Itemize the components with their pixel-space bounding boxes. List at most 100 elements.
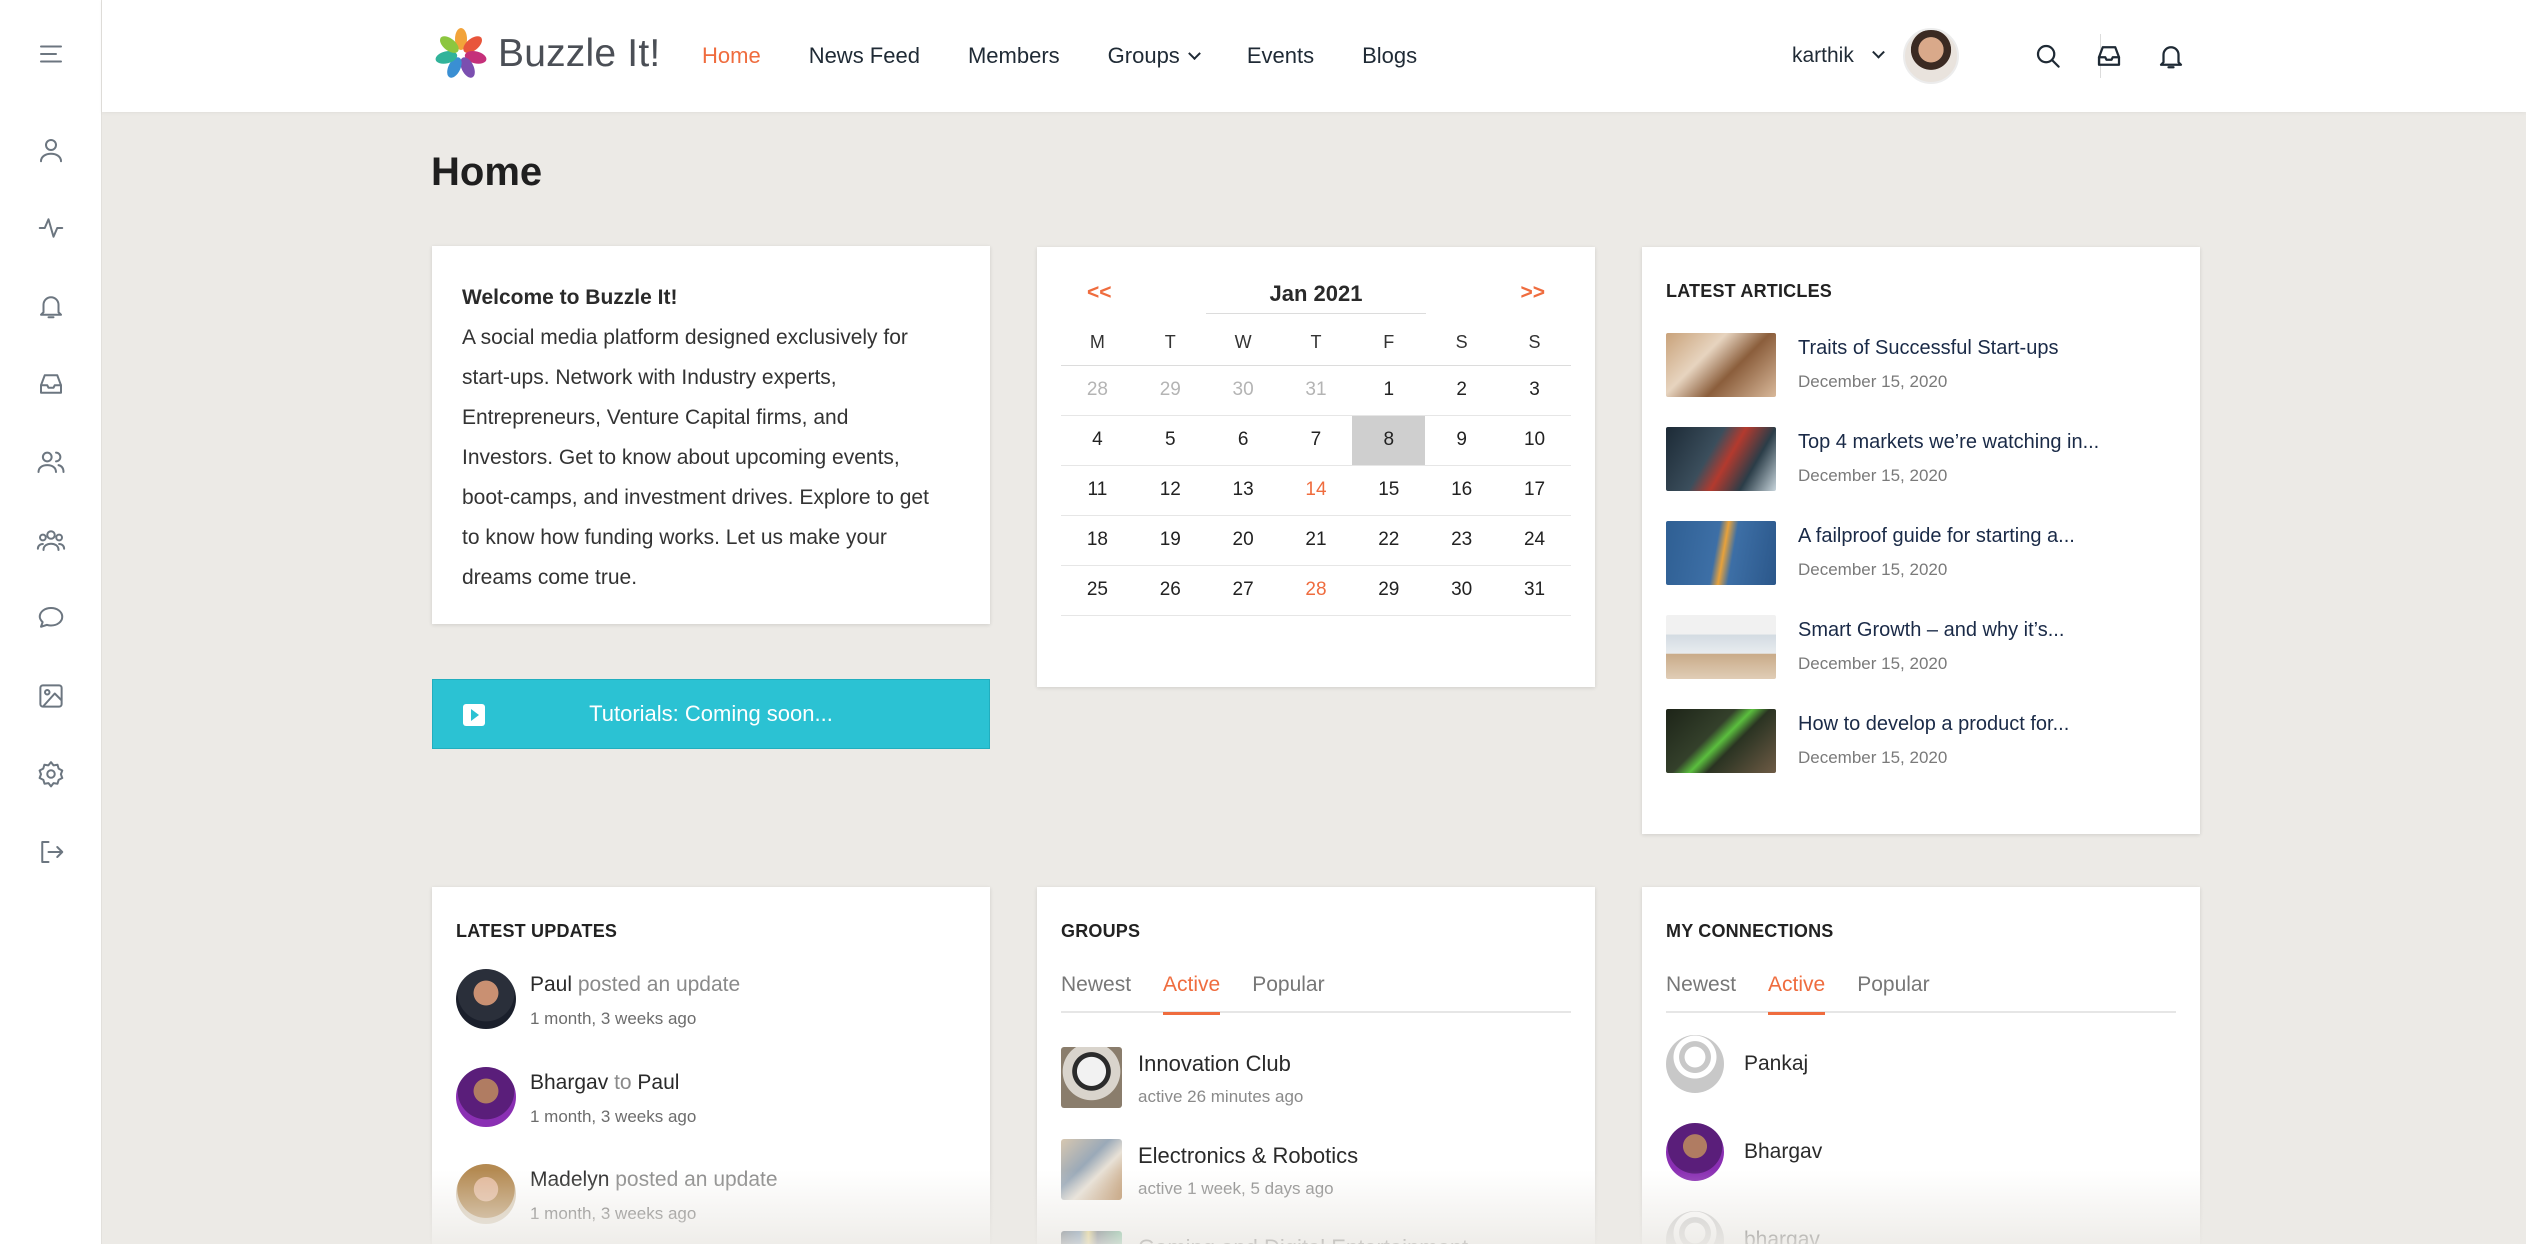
calendar-day[interactable]: 17 <box>1498 465 1571 516</box>
avatar[interactable] <box>1902 28 1959 84</box>
tab-popular[interactable]: Popular <box>1252 967 1324 1013</box>
avatar[interactable] <box>1666 1035 1724 1093</box>
update-time[interactable]: 1 month, 3 weeks ago <box>530 1107 696 1127</box>
calendar-day[interactable]: 6 <box>1206 415 1280 466</box>
tab-active[interactable]: Active <box>1163 967 1221 1015</box>
connection-name[interactable]: Pankaj <box>1744 1052 1808 1076</box>
nav-news-feed[interactable]: News Feed <box>809 43 920 69</box>
tab-popular[interactable]: Popular <box>1857 967 1929 1013</box>
group-item[interactable]: Innovation Club active 26 minutes ago <box>1061 1047 1303 1108</box>
calendar-day[interactable]: 30 <box>1425 565 1499 616</box>
calendar-day[interactable]: 18 <box>1061 515 1134 566</box>
nav-blogs[interactable]: Blogs <box>1362 43 1417 69</box>
calendar-day[interactable]: 22 <box>1352 515 1426 566</box>
calendar-day[interactable]: 29 <box>1133 365 1207 416</box>
nav-events[interactable]: Events <box>1247 43 1314 69</box>
calendar-day-event[interactable]: 14 <box>1279 465 1353 516</box>
calendar-prev-button[interactable]: << <box>1087 281 1112 305</box>
calendar-day[interactable]: 3 <box>1498 365 1571 416</box>
tab-newest[interactable]: Newest <box>1061 967 1131 1013</box>
article-item[interactable]: Top 4 markets we’re watching in... Decem… <box>1666 427 2099 491</box>
calendar-day[interactable]: 4 <box>1061 415 1134 466</box>
friends-icon[interactable] <box>31 442 71 482</box>
calendar-day[interactable]: 19 <box>1133 515 1207 566</box>
article-item[interactable]: Smart Growth – and why it’s... December … <box>1666 615 2064 679</box>
calendar-day[interactable]: 11 <box>1061 465 1134 516</box>
calendar-day-selected[interactable]: 8 <box>1352 415 1426 466</box>
calendar-day[interactable]: 9 <box>1425 415 1499 466</box>
activity-icon[interactable] <box>31 208 71 248</box>
photos-icon[interactable] <box>31 676 71 716</box>
calendar-day[interactable]: 20 <box>1206 515 1280 566</box>
tutorials-button[interactable]: Tutorials: Coming soon... <box>432 679 990 749</box>
group-name[interactable]: Electronics & Robotics <box>1138 1143 1358 1169</box>
calendar-day-event[interactable]: 28 <box>1279 565 1353 616</box>
nav-members[interactable]: Members <box>968 43 1060 69</box>
calendar-day[interactable]: 21 <box>1279 515 1353 566</box>
calendar-day[interactable]: 13 <box>1206 465 1280 516</box>
group-item[interactable]: Gaming and Digital Entertainment <box>1061 1231 1468 1244</box>
profile-icon[interactable] <box>31 130 71 170</box>
connection-name[interactable]: bhargav <box>1744 1228 1820 1244</box>
menu-icon[interactable] <box>31 34 71 74</box>
article-title[interactable]: Top 4 markets we’re watching in... <box>1798 431 2099 454</box>
logout-icon[interactable] <box>31 832 71 872</box>
calendar-day[interactable]: 28 <box>1061 365 1134 416</box>
avatar[interactable] <box>456 1067 516 1127</box>
inbox-icon[interactable] <box>2089 36 2129 76</box>
calendar-day[interactable]: 31 <box>1498 565 1571 616</box>
calendar-day[interactable]: 26 <box>1133 565 1207 616</box>
article-item[interactable]: A failproof guide for starting a... Dece… <box>1666 521 2075 585</box>
group-name[interactable]: Gaming and Digital Entertainment <box>1138 1235 1468 1244</box>
update-author[interactable]: Bhargav <box>530 1071 608 1094</box>
calendar-day[interactable]: 10 <box>1498 415 1571 466</box>
update-time[interactable]: 1 month, 3 weeks ago <box>530 1009 740 1029</box>
tab-active[interactable]: Active <box>1768 967 1826 1015</box>
calendar-day[interactable]: 16 <box>1425 465 1499 516</box>
calendar-day[interactable]: 23 <box>1425 515 1499 566</box>
calendar-next-button[interactable]: >> <box>1520 281 1545 305</box>
calendar-day[interactable]: 29 <box>1352 565 1426 616</box>
inbox-icon[interactable] <box>31 364 71 404</box>
settings-icon[interactable] <box>31 754 71 794</box>
calendar-day[interactable]: 25 <box>1061 565 1134 616</box>
article-item[interactable]: How to develop a product for... December… <box>1666 709 2069 773</box>
article-title[interactable]: Smart Growth – and why it’s... <box>1798 619 2064 642</box>
bell-icon[interactable] <box>2151 36 2191 76</box>
calendar-day[interactable]: 27 <box>1206 565 1280 616</box>
tab-newest[interactable]: Newest <box>1666 967 1736 1013</box>
calendar-day[interactable]: 7 <box>1279 415 1353 466</box>
update-time[interactable]: 1 month, 3 weeks ago <box>530 1204 778 1224</box>
search-icon[interactable] <box>2028 36 2068 76</box>
article-item[interactable]: Traits of Successful Start-ups December … <box>1666 333 2058 397</box>
messages-icon[interactable] <box>31 598 71 638</box>
calendar-day[interactable]: 15 <box>1352 465 1426 516</box>
connection-name[interactable]: Bhargav <box>1744 1140 1822 1164</box>
notifications-icon[interactable] <box>31 286 71 326</box>
update-author[interactable]: Madelyn <box>530 1168 609 1191</box>
connection-item[interactable]: Pankaj <box>1666 1035 1808 1093</box>
calendar-day[interactable]: 1 <box>1352 365 1426 416</box>
user-menu[interactable]: karthik <box>1792 0 1959 112</box>
calendar-day[interactable]: 2 <box>1425 365 1499 416</box>
update-author[interactable]: Paul <box>530 973 572 996</box>
avatar[interactable] <box>456 1164 516 1224</box>
calendar-day[interactable]: 31 <box>1279 365 1353 416</box>
calendar-day[interactable]: 12 <box>1133 465 1207 516</box>
brand-logo[interactable]: Buzzle It! <box>432 24 660 84</box>
article-title[interactable]: A failproof guide for starting a... <box>1798 525 2075 548</box>
calendar-day[interactable]: 5 <box>1133 415 1207 466</box>
nav-groups[interactable]: Groups <box>1108 43 1201 69</box>
connection-item[interactable]: bhargav <box>1666 1211 1820 1244</box>
nav-home[interactable]: Home <box>702 43 761 69</box>
article-title[interactable]: How to develop a product for... <box>1798 713 2069 736</box>
calendar-day[interactable]: 24 <box>1498 515 1571 566</box>
group-item[interactable]: Electronics & Robotics active 1 week, 5 … <box>1061 1139 1358 1200</box>
groups-icon[interactable] <box>31 520 71 560</box>
calendar-day[interactable]: 30 <box>1206 365 1280 416</box>
avatar[interactable] <box>456 969 516 1029</box>
update-target[interactable]: Paul <box>637 1071 679 1094</box>
article-title[interactable]: Traits of Successful Start-ups <box>1798 337 2058 360</box>
avatar[interactable] <box>1666 1123 1724 1181</box>
connection-item[interactable]: Bhargav <box>1666 1123 1822 1181</box>
